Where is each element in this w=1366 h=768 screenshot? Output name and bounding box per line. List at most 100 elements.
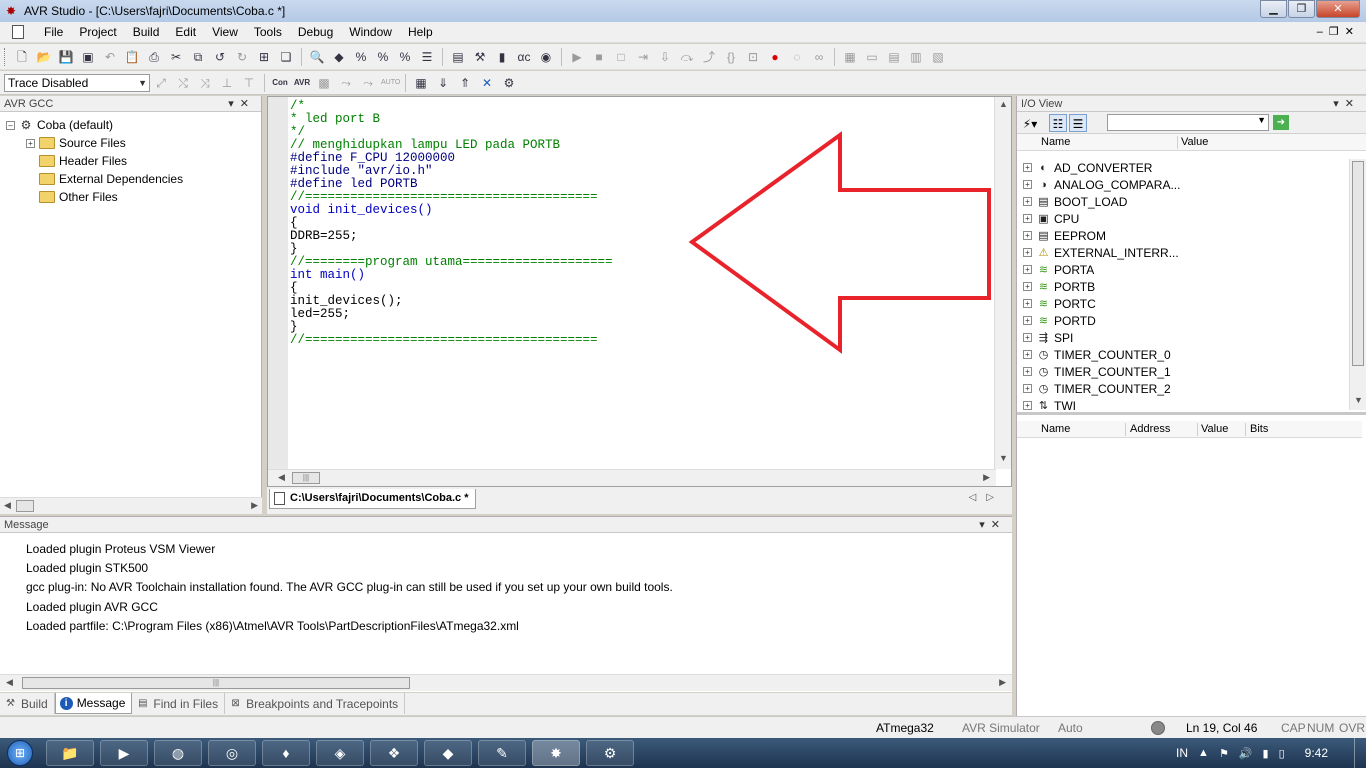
step-out-icon[interactable]: ⤴: [700, 48, 718, 66]
menu-help[interactable]: Help: [400, 25, 441, 39]
io-filter-select[interactable]: ▼: [1107, 114, 1269, 131]
menu-window[interactable]: Window: [341, 25, 400, 39]
connect-icon[interactable]: ▮: [493, 48, 511, 66]
expand-icon[interactable]: +: [1023, 401, 1032, 410]
io-tree-item[interactable]: + ▣ CPU: [1017, 210, 1349, 227]
io-tree-item[interactable]: + ⇅ TWI: [1017, 397, 1349, 410]
project-horizontal-scrollbar[interactable]: ◀ ▶: [0, 497, 262, 514]
io-tree-item[interactable]: + ⇶ SPI: [1017, 329, 1349, 346]
sort-icon[interactable]: ⚡▾: [1021, 114, 1039, 132]
expand-icon[interactable]: +: [1023, 214, 1032, 223]
expand-icon[interactable]: +: [1023, 316, 1032, 325]
program-icon[interactable]: αc: [515, 48, 533, 66]
chip-icon[interactable]: ▩: [315, 74, 333, 92]
code-line[interactable]: //======================================…: [290, 334, 613, 347]
menu-project[interactable]: Project: [71, 25, 124, 39]
save-all-icon[interactable]: ▣: [79, 48, 97, 66]
paste-icon[interactable]: 📋: [123, 48, 141, 66]
tab-find-in-files[interactable]: ▤ Find in Files: [132, 693, 226, 714]
trace-up-icon[interactable]: ⊤: [240, 74, 258, 92]
message-line[interactable]: Loaded plugin AVR GCC: [26, 598, 673, 617]
new-file-icon[interactable]: 🗋: [13, 48, 31, 66]
trace-down-icon[interactable]: ⊥: [218, 74, 236, 92]
firefox-taskbar-icon[interactable]: ◍: [154, 740, 202, 766]
find-icon[interactable]: 🔍: [308, 48, 326, 66]
tab-breakpoints[interactable]: ⊠ Breakpoints and Tracepoints: [225, 693, 406, 714]
editor-horizontal-scrollbar[interactable]: ◀ ||| ▶: [268, 469, 996, 486]
print-icon[interactable]: ⎙: [145, 48, 163, 66]
expand-icon[interactable]: +: [1023, 367, 1032, 376]
run-icon[interactable]: ▶: [568, 48, 586, 66]
column-divider[interactable]: [1177, 136, 1178, 149]
quickwatch-icon[interactable]: ∞: [810, 48, 828, 66]
scroll-up-icon[interactable]: ▲: [999, 99, 1008, 109]
probe2-icon[interactable]: ⤳: [359, 74, 377, 92]
code-line[interactable]: led=255;: [290, 308, 613, 321]
step-over-icon[interactable]: ⤼: [678, 48, 696, 66]
io-reg-col-address[interactable]: Address: [1130, 421, 1170, 438]
memory-view-icon[interactable]: ▦: [412, 74, 430, 92]
mdi-window-controls[interactable]: –❐✕: [1317, 25, 1360, 38]
tree-root[interactable]: – ⚙ Coba (default): [0, 116, 261, 134]
tree-view-icon[interactable]: ☷: [1049, 113, 1067, 132]
column-divider[interactable]: [1245, 423, 1246, 436]
panel-pin-close-icons[interactable]: ▾✕: [1333, 96, 1360, 112]
tree-folder-external[interactable]: External Dependencies: [0, 170, 261, 188]
media-player-taskbar-icon[interactable]: ▶: [100, 740, 148, 766]
tab-nav-arrows[interactable]: ◁▷: [969, 492, 1004, 503]
stop-icon[interactable]: □: [612, 48, 630, 66]
language-indicator[interactable]: IN: [1176, 746, 1188, 760]
io-reg-col-bits[interactable]: Bits: [1250, 421, 1268, 438]
io-reg-col-value[interactable]: Value: [1201, 421, 1228, 438]
scroll-thumb[interactable]: |||: [22, 677, 410, 689]
register-window-icon[interactable]: ▭: [863, 48, 881, 66]
code-line[interactable]: int main(): [290, 269, 613, 282]
expand-icon[interactable]: +: [1023, 163, 1032, 172]
scroll-right-icon[interactable]: ▶: [983, 472, 990, 483]
app-taskbar-icon[interactable]: ♦: [262, 740, 310, 766]
build-icon[interactable]: ▤: [449, 48, 467, 66]
show-desktop-button[interactable]: [1354, 738, 1366, 768]
expand-icon[interactable]: +: [1023, 197, 1032, 206]
undo-icon[interactable]: ↺: [211, 48, 229, 66]
tree-folder-other[interactable]: Other Files: [0, 188, 261, 206]
break-icon[interactable]: ■: [590, 48, 608, 66]
paint-taskbar-icon[interactable]: ❖: [370, 740, 418, 766]
expand-icon[interactable]: +: [1023, 299, 1032, 308]
scroll-down-icon[interactable]: ▼: [999, 453, 1008, 463]
copy-icon[interactable]: ⧉: [189, 48, 207, 66]
settings-gear-icon[interactable]: ⚙: [500, 74, 518, 92]
io-tree-item[interactable]: + ≋ PORTC: [1017, 295, 1349, 312]
column-divider[interactable]: [1197, 423, 1198, 436]
tab-build[interactable]: ⚒ Build: [0, 693, 55, 714]
cut-icon[interactable]: ✂: [167, 48, 185, 66]
bookmark-toggle-icon[interactable]: ◆: [330, 48, 348, 66]
io-tree-item[interactable]: + ▤ BOOT_LOAD: [1017, 193, 1349, 210]
expand-icon[interactable]: +: [1023, 384, 1032, 393]
cascade-icon[interactable]: ❏: [277, 48, 295, 66]
processor-icon[interactable]: ▧: [929, 48, 947, 66]
code-line[interactable]: * led port B: [290, 113, 613, 126]
expand-icon[interactable]: +: [1023, 333, 1032, 342]
redo-icon[interactable]: ↻: [233, 48, 251, 66]
restore-button[interactable]: ❐: [1288, 0, 1315, 18]
expand-icon[interactable]: +: [26, 138, 35, 148]
minimize-button[interactable]: ▁: [1260, 0, 1287, 18]
expand-icon[interactable]: +: [1023, 265, 1032, 274]
scroll-left-icon[interactable]: ◀: [4, 500, 11, 511]
io-reg-col-name[interactable]: Name: [1041, 421, 1070, 438]
toolbar-grip[interactable]: [4, 47, 7, 66]
watch-window-icon[interactable]: ▦: [841, 48, 859, 66]
scroll-right-icon[interactable]: ▶: [999, 677, 1006, 688]
scroll-down-icon[interactable]: ▼: [1354, 395, 1363, 405]
io-tree-item[interactable]: + ◐ AD_CONVERTER: [1017, 159, 1349, 176]
io-vertical-scrollbar[interactable]: ▼: [1349, 159, 1366, 410]
message-line[interactable]: Loaded plugin Proteus VSM Viewer: [26, 540, 673, 559]
io-col-name[interactable]: Name: [1041, 134, 1070, 151]
expand-icon[interactable]: +: [1023, 282, 1032, 291]
reset-icon[interactable]: ⇥: [634, 48, 652, 66]
chrome-taskbar-icon[interactable]: ◎: [208, 740, 256, 766]
autostep-icon[interactable]: ⊡: [744, 48, 762, 66]
compile-icon[interactable]: ⚒: [471, 48, 489, 66]
upload-icon[interactable]: ⇑: [456, 74, 474, 92]
